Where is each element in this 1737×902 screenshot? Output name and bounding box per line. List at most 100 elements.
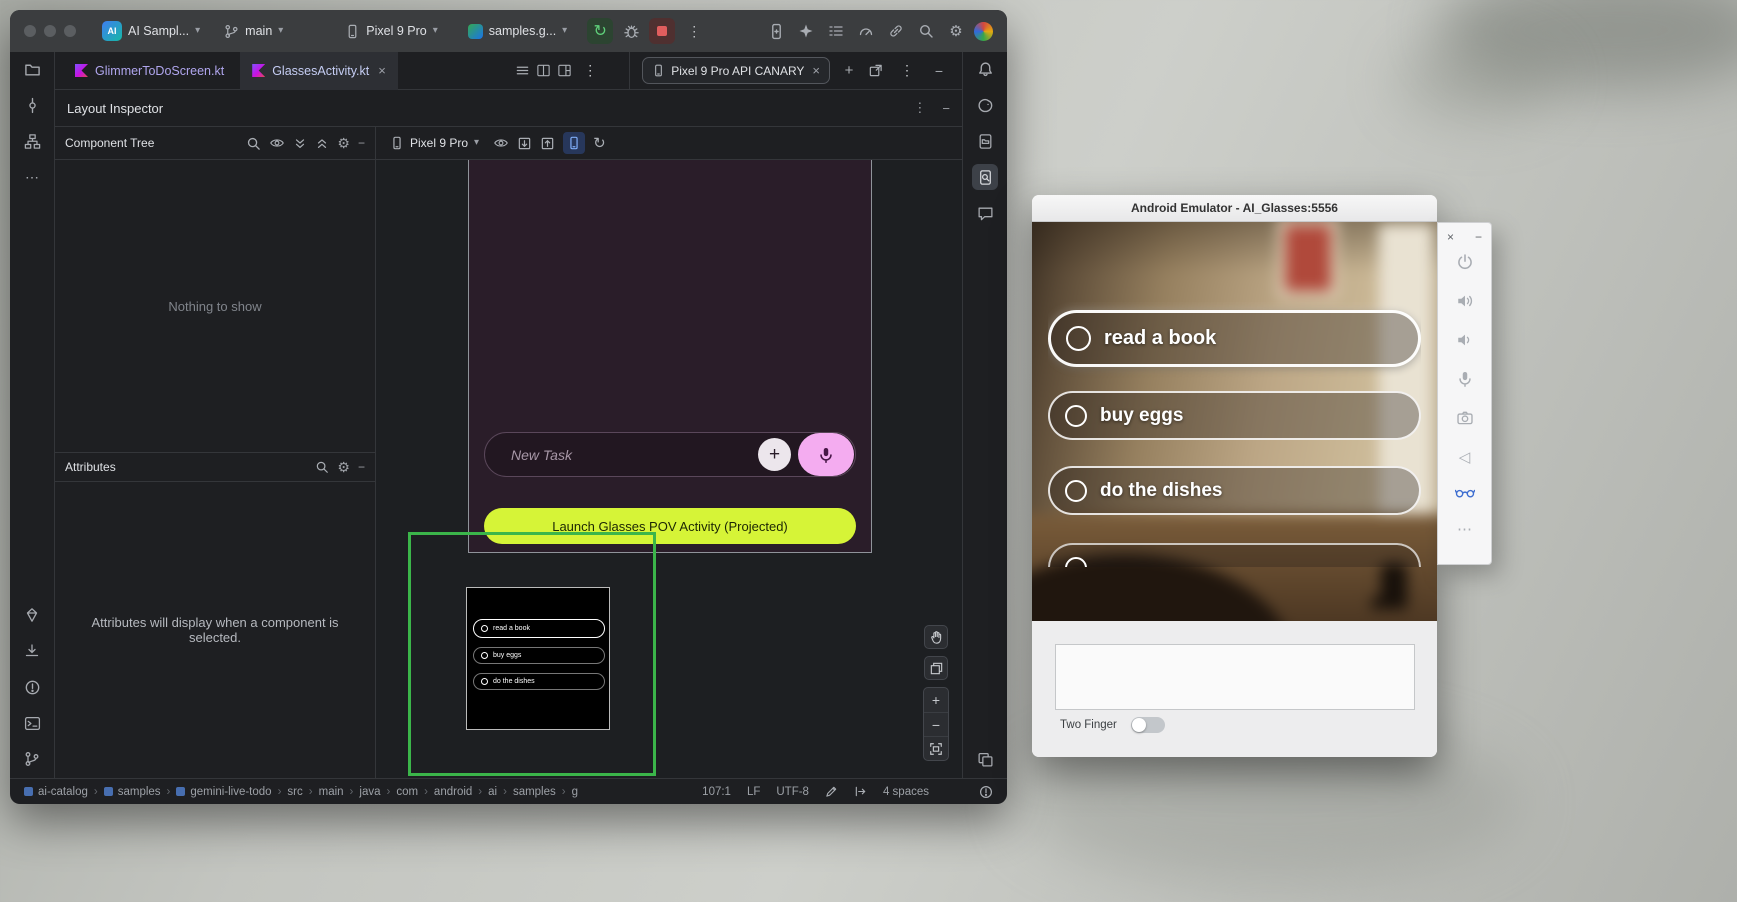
- account-avatar-globe-icon[interactable]: [974, 22, 993, 41]
- window-minimize-button[interactable]: [44, 25, 56, 37]
- layout-inspector-hide-icon[interactable]: −: [942, 101, 950, 116]
- close-tab-icon[interactable]: ×: [376, 63, 386, 78]
- tab-glimmertodoscreen[interactable]: GlimmerToDoScreen.kt: [63, 52, 236, 90]
- todo-pill[interactable]: buy eggs: [1048, 391, 1421, 440]
- add-device-icon[interactable]: +: [838, 60, 860, 82]
- breadcrumb[interactable]: samples: [513, 786, 556, 798]
- touchpad-input-area[interactable]: [1055, 644, 1415, 710]
- rerun-button[interactable]: ↻: [587, 18, 613, 44]
- settings-gear-icon[interactable]: ⚙: [944, 19, 968, 43]
- project-selector[interactable]: AI AI Sampl... ▾: [96, 17, 206, 45]
- encoding-widget[interactable]: UTF-8: [776, 786, 809, 798]
- task-list-icon[interactable]: [824, 19, 848, 43]
- new-task-input[interactable]: New Task +: [484, 432, 856, 477]
- breadcrumb[interactable]: ai-catalog: [24, 786, 88, 798]
- debug-button[interactable]: [619, 19, 643, 43]
- running-devices-more-icon[interactable]: ⋮: [894, 62, 920, 79]
- more-tool-windows-icon[interactable]: ⋯: [19, 164, 45, 190]
- todo-pill[interactable]: do the dishes: [1048, 466, 1421, 515]
- editor-preview-layout-icon[interactable]: [556, 60, 573, 82]
- breadcrumb[interactable]: com: [396, 786, 418, 798]
- camera-icon[interactable]: [1456, 409, 1474, 427]
- close-device-tab-icon[interactable]: ×: [810, 63, 820, 78]
- indent-widget[interactable]: 4 spaces: [883, 786, 929, 798]
- component-tree-hide-icon[interactable]: −: [358, 136, 365, 150]
- search-everywhere-icon[interactable]: [914, 19, 938, 43]
- zoom-fit-button[interactable]: [924, 736, 948, 760]
- live-updates-toggle-icon[interactable]: [563, 132, 585, 154]
- ai-assistant-chat-icon[interactable]: [972, 200, 998, 226]
- collapse-all-icon[interactable]: [315, 136, 329, 150]
- component-tree-settings-icon[interactable]: ⚙: [337, 135, 350, 152]
- layout-inspector-tool-icon[interactable]: [972, 164, 998, 190]
- more-options-icon[interactable]: ⋯: [1457, 520, 1472, 538]
- todo-pill-partial[interactable]: [1048, 543, 1421, 567]
- tab-glassesactivity[interactable]: GlassesActivity.kt ×: [240, 52, 398, 90]
- refresh-icon[interactable]: ↻: [593, 134, 606, 152]
- device-explorer-icon[interactable]: [972, 128, 998, 154]
- breadcrumb[interactable]: ai: [488, 786, 497, 798]
- voice-input-button[interactable]: [798, 433, 854, 476]
- editor-split-columns-icon[interactable]: [535, 60, 552, 82]
- phone-screen-preview[interactable]: New Task + Launch Glasses POV Activity (…: [468, 160, 872, 553]
- window-close-button[interactable]: [24, 25, 36, 37]
- attributes-hide-icon[interactable]: −: [358, 460, 365, 474]
- hide-running-devices-icon[interactable]: −: [928, 60, 950, 82]
- inspections-status-icon[interactable]: [979, 785, 993, 799]
- vcs-branch-selector[interactable]: main ▾: [218, 20, 289, 43]
- mic-icon[interactable]: [1456, 370, 1474, 388]
- expand-all-icon[interactable]: [293, 136, 307, 150]
- export-snapshot-icon[interactable]: [517, 136, 532, 151]
- todo-pill-focused[interactable]: read a book: [1048, 310, 1421, 367]
- preview-canvas[interactable]: New Task + Launch Glasses POV Activity (…: [376, 160, 962, 778]
- gemini-sparkle-icon[interactable]: [794, 19, 818, 43]
- caret-position-widget[interactable]: 107:1: [702, 786, 731, 798]
- project-folder-icon[interactable]: [19, 56, 45, 82]
- run-configuration-selector[interactable]: samples.g... ▾: [462, 20, 573, 43]
- commit-icon[interactable]: [19, 92, 45, 118]
- breadcrumb[interactable]: src: [287, 786, 302, 798]
- gradle-icon[interactable]: [972, 92, 998, 118]
- more-run-actions-icon[interactable]: ⋮: [681, 23, 707, 40]
- structure-icon[interactable]: [19, 128, 45, 154]
- zoom-in-button[interactable]: +: [924, 688, 948, 712]
- search-icon[interactable]: [315, 460, 329, 474]
- running-devices-tool-icon[interactable]: [972, 746, 998, 772]
- power-button-icon[interactable]: [1456, 253, 1474, 271]
- import-snapshot-icon[interactable]: [540, 136, 555, 151]
- volume-up-icon[interactable]: [1456, 292, 1474, 310]
- add-task-button[interactable]: +: [758, 438, 791, 471]
- preview-device-selector[interactable]: Pixel 9 Pro ▾: [390, 136, 479, 150]
- version-control-icon[interactable]: [19, 746, 45, 772]
- eye-icon[interactable]: [269, 135, 285, 151]
- editor-tabs-more-icon[interactable]: ⋮: [577, 62, 603, 79]
- smart-glasses-icon[interactable]: [1455, 487, 1475, 499]
- device-selector[interactable]: Pixel 9 Pro ▾: [339, 20, 443, 43]
- line-separator-widget[interactable]: LF: [747, 786, 760, 798]
- breadcrumb[interactable]: samples: [104, 786, 161, 798]
- breadcrumb[interactable]: gemini-live-todo: [176, 786, 271, 798]
- two-finger-toggle[interactable]: [1131, 717, 1165, 733]
- notifications-bell-icon[interactable]: [972, 56, 998, 82]
- breadcrumb[interactable]: main: [319, 786, 344, 798]
- layers-icon[interactable]: [924, 656, 948, 680]
- problems-icon[interactable]: [19, 674, 45, 700]
- emulator-toolbar-minimize-icon[interactable]: −: [1475, 230, 1482, 244]
- build-icon[interactable]: [19, 602, 45, 628]
- emulator-toolbar-close-icon[interactable]: ×: [1447, 230, 1454, 244]
- device-mirroring-icon[interactable]: [764, 19, 788, 43]
- open-in-new-window-icon[interactable]: [864, 60, 886, 82]
- pan-hand-icon[interactable]: [924, 625, 948, 649]
- logcat-icon[interactable]: [19, 638, 45, 664]
- attributes-settings-icon[interactable]: ⚙: [337, 459, 350, 476]
- stop-button[interactable]: [649, 18, 675, 44]
- running-device-tab[interactable]: Pixel 9 Pro API CANARY ×: [642, 57, 830, 84]
- back-button-icon[interactable]: ◁: [1459, 448, 1471, 466]
- glasses-pov-camera-view[interactable]: read a book buy eggs do the dishes: [1032, 222, 1437, 621]
- plugin-link-icon[interactable]: [884, 19, 908, 43]
- search-icon[interactable]: [246, 136, 261, 151]
- layout-inspector-more-icon[interactable]: ⋮: [913, 100, 926, 116]
- breadcrumb[interactable]: g: [572, 786, 578, 798]
- indent-icon[interactable]: [854, 785, 867, 798]
- window-zoom-button[interactable]: [64, 25, 76, 37]
